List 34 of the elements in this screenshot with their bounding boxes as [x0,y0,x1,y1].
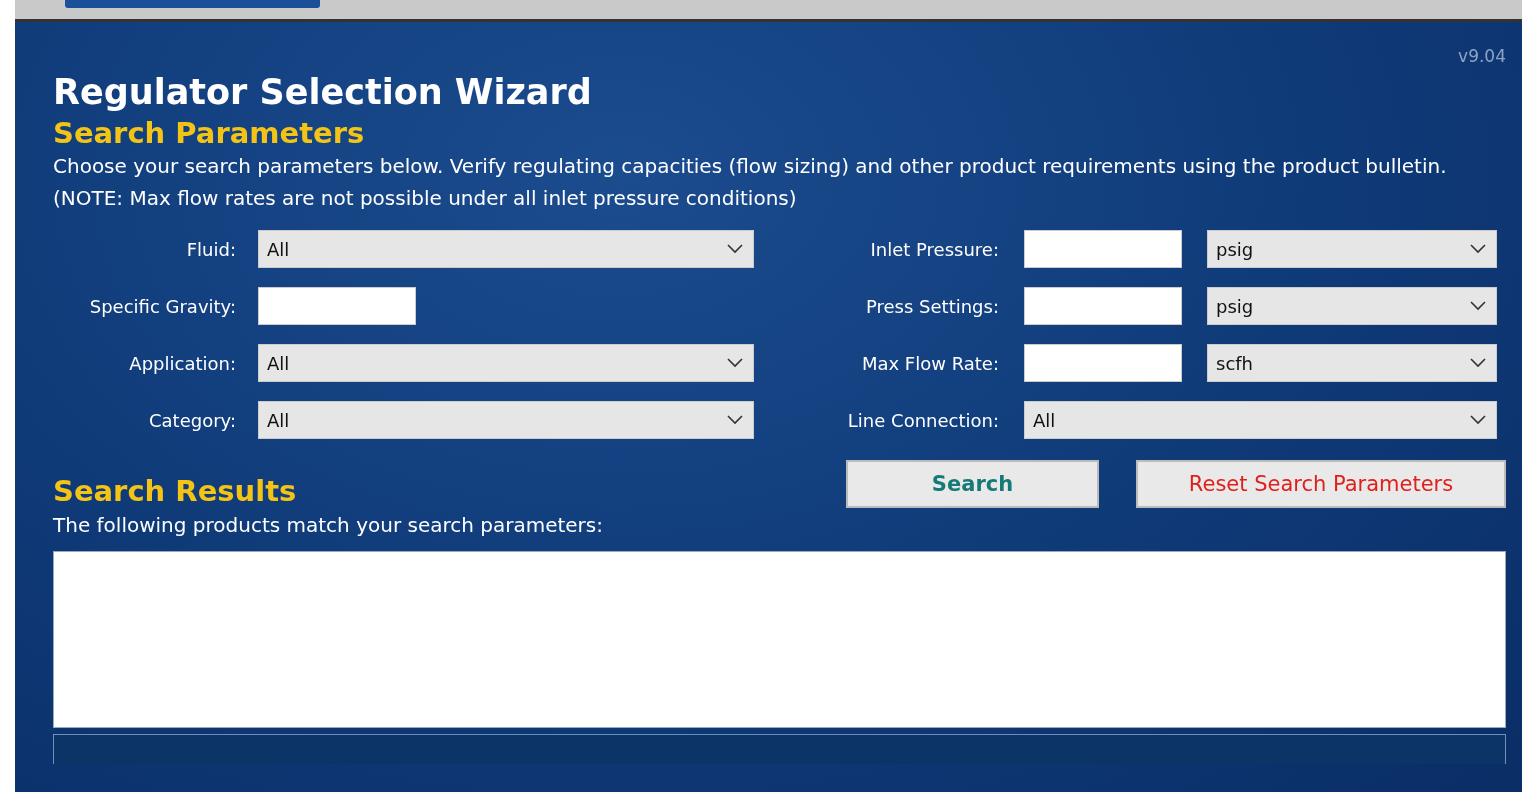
field-label: Press Settings: [865,294,999,319]
version-label: v9.04 [1458,45,1506,68]
chevron-icon [1470,301,1486,312]
input-field[interactable] [1024,230,1182,269]
field-label: Line Connection: [846,408,999,433]
chevron-icon [1470,358,1486,369]
field-label: Max Flow Rate: [860,351,999,376]
field-label: Category: [148,408,236,433]
reset-button[interactable]: Reset Search Parameters [1136,460,1506,509]
dropdown[interactable]: All [258,230,754,269]
input-field[interactable] [258,287,416,326]
chevron-icon [1470,415,1486,426]
chevron-icon [727,244,743,255]
field-label: Application: [128,351,236,376]
dropdown[interactable]: All [258,344,754,383]
dropdown[interactable]: scfh [1207,344,1497,383]
field-label: Specific Gravity: [88,294,236,319]
input-field[interactable] [1024,287,1182,326]
chevron-icon [727,415,743,426]
dropdown[interactable]: All [258,401,754,440]
section-heading: Search Results [53,474,298,510]
search-button[interactable]: Search [846,460,1099,509]
dropdown[interactable]: All [1024,401,1497,440]
wizard-title: Regulator Selection Wizard [53,71,593,114]
instructions-text: Choose your search parameters below. Verify regulating capacities (flow sizing) and other product requirements using the product bulletin. (NOTE: Max flow rates are not possible under all inlet pressure conditions) [53,153,1448,213]
input-field[interactable] [1024,344,1182,383]
results-text: The following products match your search parameters: [53,512,604,540]
chevron-icon [727,358,743,369]
dropdown[interactable]: psig [1207,230,1497,269]
section-heading: Search Parameters [53,115,366,151]
chevron-icon [1470,244,1486,255]
field-label: Inlet Pressure: [869,237,999,262]
dropdown[interactable]: psig [1207,287,1497,326]
field-label: Fluid: [185,237,236,262]
